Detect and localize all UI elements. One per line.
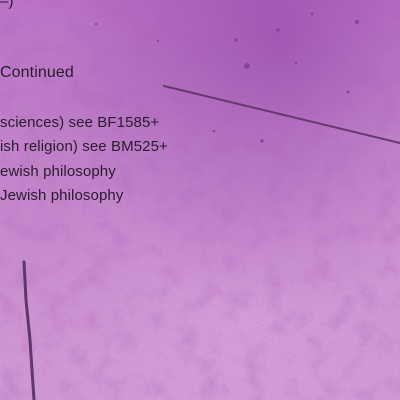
text-line-see-bm525: ish religion) see BM525+ <box>0 138 168 155</box>
text-line-continued: Continued <box>0 64 74 81</box>
text-line-see-bf1585: sciences) see BF1585+ <box>0 114 160 131</box>
text-line-jewish-philosophy-2: Jewish philosophy <box>0 187 124 204</box>
text-line-jewish-philosophy-1: ewish philosophy <box>0 163 116 180</box>
scan-stage: –) Continued sciences) see BF1585+ ish r… <box>0 0 400 400</box>
text-line-heading-fragment: –) <box>0 0 14 10</box>
